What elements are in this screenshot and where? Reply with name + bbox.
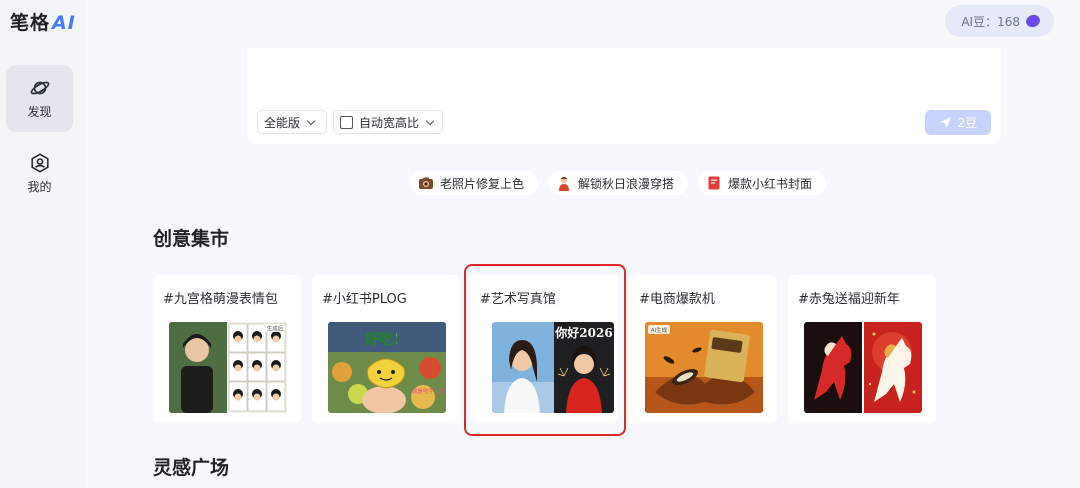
chip-label: 解锁秋日浪漫穿搭 (578, 176, 675, 191)
card-badge: 生成后 (267, 325, 284, 333)
credits-badge[interactable]: AI豆：168 (945, 5, 1054, 37)
section-title-market: 创意集市 (153, 228, 230, 250)
card-red-horse-new-year[interactable]: #赤兔送福迎新年 (788, 275, 936, 423)
camera-icon (419, 177, 433, 189)
sidebar-item-discover[interactable]: 发现 (6, 65, 73, 132)
card-tag: #小红书PLOG (322, 292, 407, 307)
send-icon (939, 117, 951, 128)
card-thumbnail (804, 322, 922, 413)
chevron-down-icon (306, 116, 316, 125)
card-thumbnail: 生成后 (169, 322, 287, 413)
sidebar-item-label: 我的 (27, 180, 52, 194)
chip-old-photo[interactable]: 老照片修复上色 (410, 171, 539, 195)
card-thumbnail: AI生成 (645, 322, 763, 413)
chip-label: 爆款小红书封面 (728, 176, 813, 191)
chip-label: 老照片修复上色 (440, 176, 525, 191)
card-tag: #电商爆款机 (639, 292, 715, 307)
book-icon (708, 176, 720, 190)
chevron-down-icon (425, 116, 435, 125)
thumbnail-overlay-text: 好吃！ (364, 331, 407, 348)
card-tag: #九宫格萌漫表情包 (163, 292, 278, 307)
main-content: AI豆：168 全能版 自动宽高比 2豆 老照片修复上色 解锁秋日浪漫穿搭 爆款… (86, 0, 1080, 488)
user-hex-icon (30, 153, 49, 173)
card-badge: AI生成 (651, 326, 668, 334)
suggestion-chips: 老照片修复上色 解锁秋日浪漫穿搭 爆款小红书封面 (410, 171, 827, 195)
credits-label: AI豆：168 (961, 14, 1020, 29)
sidebar-item-label: 发现 (27, 105, 52, 119)
card-nine-grid-stickers[interactable]: #九宫格萌漫表情包 生成后 (153, 275, 301, 423)
sidebar-item-mine[interactable]: 我的 (6, 140, 73, 207)
card-xiaohongshu-plog[interactable]: #小红书PLOG 好吃！ 就是吃手？舌尖会痛 (312, 275, 460, 423)
aspect-ratio-label: 自动宽高比 (359, 115, 420, 130)
checkbox-icon[interactable] (340, 115, 353, 129)
section-title-inspiration: 灵感广场 (153, 457, 230, 479)
logo-text: 笔格 (10, 12, 51, 34)
logo-ai-text: AI (52, 12, 76, 34)
version-select[interactable]: 全能版 (257, 110, 327, 134)
prompt-composer[interactable]: 全能版 自动宽高比 2豆 (247, 48, 1001, 144)
card-thumbnail: 好吃！ 就是吃手？舌尖会痛 (328, 322, 446, 413)
card-tag: #赤兔送福迎新年 (798, 292, 900, 307)
version-select-value: 全能版 (264, 115, 301, 130)
person-icon (559, 176, 570, 191)
chip-xiaohongshu-cover[interactable]: 爆款小红书封面 (698, 171, 827, 195)
planet-icon (30, 81, 49, 95)
bean-icon (1024, 12, 1042, 30)
app-logo[interactable]: 笔格 AI (10, 8, 76, 35)
chip-autumn-outfit[interactable]: 解锁秋日浪漫穿搭 (548, 171, 689, 195)
thumbnail-caption-text: 就是吃手？舌尖会痛 (412, 387, 446, 395)
send-cost-label: 2豆 (957, 116, 978, 130)
card-ecommerce-hit[interactable]: #电商爆款机 AI生成 (629, 275, 777, 423)
sidebar: 笔格 AI 发现 我的 (0, 0, 86, 488)
aspect-ratio-toggle[interactable]: 自动宽高比 (333, 110, 443, 134)
selection-highlight (464, 264, 626, 436)
send-button[interactable]: 2豆 (925, 110, 991, 135)
